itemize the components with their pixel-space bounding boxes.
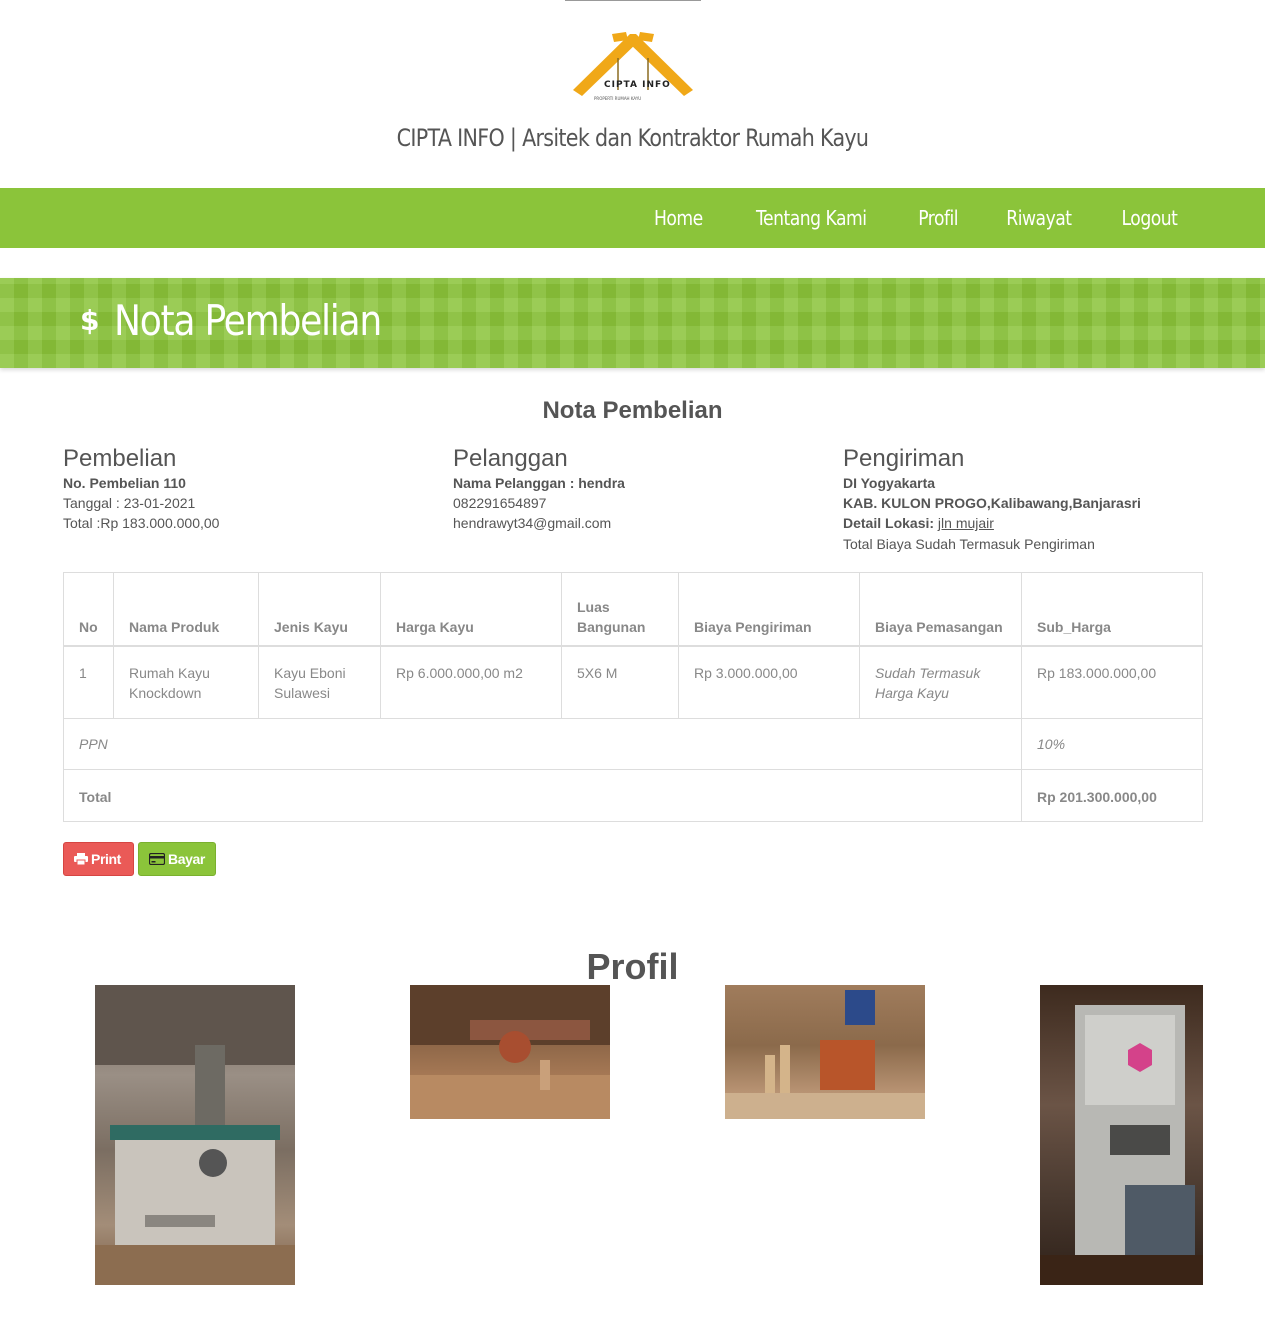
table-header-row: No Nama Produk Jenis Kayu Harga Kayu Lua… — [63, 572, 1203, 647]
profil-photo-1 — [95, 985, 295, 1285]
total-row: Total Rp 201.300.000,00 — [63, 769, 1203, 822]
ppn-value: 10% — [1021, 718, 1203, 770]
cell-jenis-kayu: Kayu Eboni Sulawesi — [258, 645, 381, 719]
col-header-biaya-pemasangan: Biaya Pemasangan — [859, 572, 1022, 647]
shipping-address: KAB. KULON PROGO,Kalibawang,Banjarasri — [843, 495, 1141, 511]
table-row: 1 Rumah Kayu Knockdown Kayu Eboni Sulawe… — [63, 645, 1203, 719]
page-banner: $ Nota Pembelian — [0, 278, 1265, 368]
col-header-no: No — [63, 572, 114, 647]
total-label: Total — [63, 769, 1022, 822]
nav-item-home[interactable]: Home — [654, 206, 703, 230]
pelanggan-section: Pelanggan Nama Pelanggan : hendra 082291… — [453, 445, 833, 533]
profil-photo-2 — [410, 985, 610, 1119]
nav-list: Home Tentang Kami Profil Riwayat Logout — [610, 188, 1182, 248]
ppn-row: PPN 10% — [63, 718, 1203, 770]
cell-luas-bangunan: 5X6 M — [561, 645, 679, 719]
banner-title: Nota Pembelian — [114, 296, 382, 345]
top-divider — [565, 0, 701, 1]
shipping-detail-link[interactable]: jln mujair — [938, 515, 994, 531]
pembelian-section: Pembelian No. Pembelian 110 Tanggal : 23… — [63, 445, 443, 533]
cell-biaya-pengiriman: Rp 3.000.000,00 — [678, 645, 860, 719]
purchase-total: Total :Rp 183.000.000,00 — [63, 515, 220, 531]
main-navbar: Home Tentang Kami Profil Riwayat Logout — [0, 188, 1265, 248]
bayar-label: Bayar — [168, 851, 205, 867]
cell-no: 1 — [63, 645, 114, 719]
nav-item-profil[interactable]: Profil — [918, 206, 958, 230]
nav-item-riwayat[interactable]: Riwayat — [1007, 206, 1073, 230]
logo[interactable]: CIPTA INFO PROPERTI RUMAH KAYU — [568, 28, 698, 110]
pengiriman-section: Pengiriman DI Yogyakarta KAB. KULON PROG… — [843, 445, 1223, 554]
pengiriman-heading: Pengiriman — [843, 445, 965, 472]
nav-item-logout[interactable]: Logout — [1122, 206, 1178, 230]
dollar-icon: $ — [80, 304, 100, 337]
credit-card-icon — [149, 853, 165, 865]
purchase-date: Tanggal : 23-01-2021 — [63, 495, 196, 511]
print-label: Print — [91, 851, 121, 867]
pembelian-heading: Pembelian — [63, 445, 177, 472]
cell-nama-produk: Rumah Kayu Knockdown — [113, 645, 259, 719]
total-value: Rp 201.300.000,00 — [1021, 769, 1203, 822]
shipping-detail: Detail Lokasi: jln mujair — [843, 513, 1223, 533]
profil-photo-4 — [1040, 985, 1203, 1285]
pelanggan-heading: Pelanggan — [453, 445, 568, 472]
col-header-luas-bangunan: Luas Bangunan — [561, 572, 679, 647]
col-header-harga-kayu: Harga Kayu — [380, 572, 562, 647]
cell-biaya-pemasangan: Sudah Termasuk Harga Kayu — [859, 645, 1022, 719]
bayar-button[interactable]: Bayar — [138, 842, 216, 876]
col-header-jenis-kayu: Jenis Kayu — [258, 572, 381, 647]
cell-sub-harga: Rp 183.000.000,00 — [1021, 645, 1203, 719]
customer-email: hendrawyt34@gmail.com — [453, 515, 612, 531]
col-header-biaya-pengiriman: Biaya Pengiriman — [678, 572, 860, 647]
customer-phone: 082291654897 — [453, 495, 547, 511]
site-title: CIPTA INFO | Arsitek dan Kontraktor Ruma… — [396, 124, 869, 152]
order-table: No Nama Produk Jenis Kayu Harga Kayu Lua… — [63, 572, 1203, 822]
printer-icon — [74, 853, 88, 865]
profil-photo-3 — [725, 985, 925, 1119]
nav-item-tentang-kami[interactable]: Tentang Kami — [756, 206, 867, 230]
col-header-nama-produk: Nama Produk — [113, 572, 259, 647]
purchase-number: No. Pembelian 110 — [63, 475, 186, 491]
col-header-sub-harga: Sub_Harga — [1021, 572, 1203, 647]
print-button[interactable]: Print — [63, 842, 134, 876]
ppn-label: PPN — [63, 718, 1022, 770]
logo-text: CIPTA INFO — [604, 80, 671, 90]
customer-name: Nama Pelanggan : hendra — [453, 475, 625, 491]
shipping-note: Total Biaya Sudah Termasuk Pengiriman — [843, 536, 1095, 552]
profil-heading: Profil — [586, 946, 679, 987]
logo-tagline: PROPERTI RUMAH KAYU — [594, 96, 642, 101]
cell-harga-kayu: Rp 6.000.000,00 m2 — [380, 645, 562, 719]
shipping-detail-label: Detail Lokasi: — [843, 515, 935, 531]
nota-heading: Nota Pembelian — [542, 397, 723, 424]
shipping-province: DI Yogyakarta — [843, 475, 936, 491]
